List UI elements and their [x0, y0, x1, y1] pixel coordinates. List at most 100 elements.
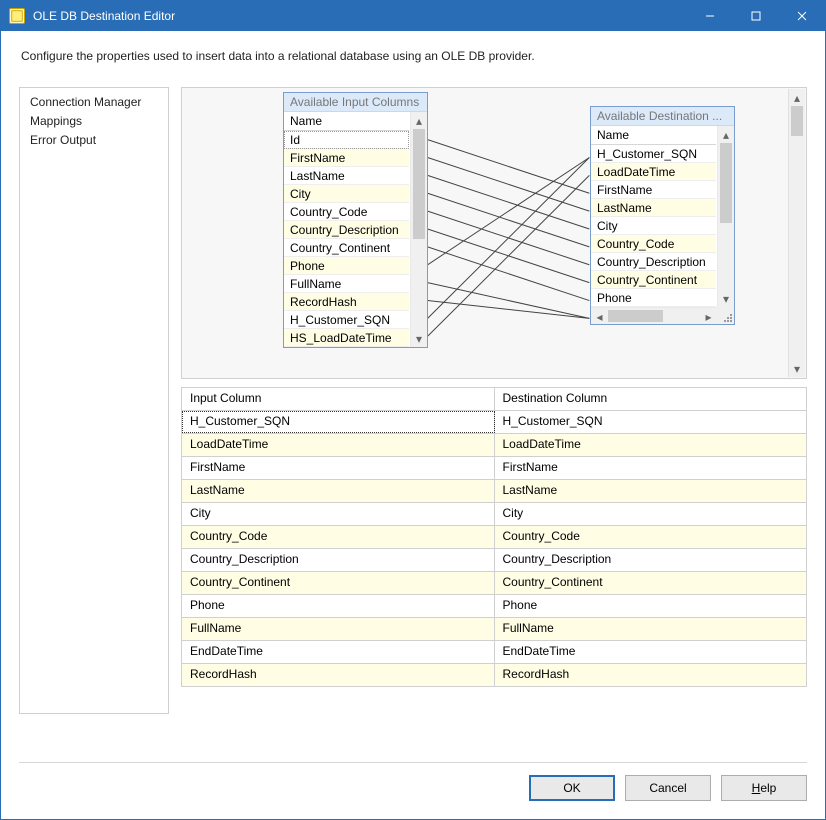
input-column-item[interactable]: Id — [284, 131, 409, 149]
grid-cell-input[interactable]: Country_Code — [182, 526, 495, 548]
grid-row[interactable]: Country_CodeCountry_Code — [182, 526, 806, 549]
grid-cell-dest[interactable]: EndDateTime — [495, 641, 807, 663]
scroll-up-icon[interactable]: ▴ — [718, 126, 734, 143]
sidebar-item-mappings[interactable]: Mappings — [30, 113, 158, 129]
scroll-thumb[interactable] — [791, 106, 803, 136]
input-column-item[interactable]: RecordHash — [284, 293, 409, 311]
titlebar: OLE DB Destination Editor — [1, 1, 825, 31]
ok-button-label: OK — [563, 781, 580, 795]
input-column-item[interactable]: H_Customer_SQN — [284, 311, 409, 329]
scroll-down-icon[interactable]: ▾ — [411, 330, 427, 347]
grid-cell-dest[interactable]: RecordHash — [495, 664, 807, 686]
available-destination-columns-panel[interactable]: Available Destination ... Name H_Custome… — [590, 106, 735, 325]
grid-cell-input[interactable]: LastName — [182, 480, 495, 502]
diagram-scrollbar[interactable]: ▴ ▾ — [788, 89, 805, 377]
dest-column-item[interactable]: Country_Code — [591, 235, 716, 253]
grid-row[interactable]: H_Customer_SQNH_Customer_SQN — [182, 411, 806, 434]
dest-column-item[interactable]: LoadDateTime — [591, 163, 716, 181]
maximize-button[interactable] — [733, 1, 779, 31]
window-frame: OLE DB Destination Editor Configure the … — [0, 0, 826, 820]
dest-panel-header[interactable]: Name — [591, 126, 716, 145]
grid-cell-input[interactable]: City — [182, 503, 495, 525]
grid-header-row: Input Column Destination Column — [182, 388, 806, 411]
dest-panel-scrollbar-h[interactable]: ◂ ▸ — [591, 307, 717, 324]
grid-row[interactable]: CityCity — [182, 503, 806, 526]
help-button-label: Help — [752, 781, 777, 795]
dest-panel-scrollbar-v[interactable]: ▴ ▾ — [717, 126, 734, 307]
dest-column-item[interactable]: H_Customer_SQN — [591, 145, 716, 163]
available-input-columns-panel[interactable]: Available Input Columns Name Id FirstNam… — [283, 92, 428, 348]
grid-cell-input[interactable]: LoadDateTime — [182, 434, 495, 456]
input-column-item[interactable]: Country_Code — [284, 203, 409, 221]
grid-cell-dest[interactable]: LoadDateTime — [495, 434, 807, 456]
input-panel-scrollbar[interactable]: ▴ ▾ — [410, 112, 427, 347]
resize-grip-icon[interactable] — [717, 307, 734, 324]
grid-cell-dest[interactable]: FirstName — [495, 457, 807, 479]
dest-column-item[interactable]: City — [591, 217, 716, 235]
cancel-button-label: Cancel — [649, 781, 686, 795]
dest-column-item[interactable]: Phone — [591, 289, 716, 307]
grid-cell-input[interactable]: FirstName — [182, 457, 495, 479]
input-column-item[interactable]: HS_LoadDateTime — [284, 329, 409, 347]
grid-cell-dest[interactable]: Country_Code — [495, 526, 807, 548]
sidebar-item-connection-manager[interactable]: Connection Manager — [30, 94, 158, 110]
dest-panel-title: Available Destination ... — [591, 107, 734, 126]
sidebar-item-error-output[interactable]: Error Output — [30, 132, 158, 148]
input-column-item[interactable]: Country_Description — [284, 221, 409, 239]
grid-cell-input[interactable]: Country_Continent — [182, 572, 495, 594]
input-column-item[interactable]: Country_Continent — [284, 239, 409, 257]
scroll-up-icon[interactable]: ▴ — [411, 112, 427, 129]
grid-row[interactable]: FullNameFullName — [182, 618, 806, 641]
mapping-diagram[interactable]: Available Input Columns Name Id FirstNam… — [181, 87, 807, 379]
grid-cell-dest[interactable]: City — [495, 503, 807, 525]
scroll-thumb[interactable] — [608, 310, 663, 322]
grid-cell-dest[interactable]: FullName — [495, 618, 807, 640]
close-button[interactable] — [779, 1, 825, 31]
grid-row[interactable]: RecordHashRecordHash — [182, 664, 806, 687]
grid-header-dest[interactable]: Destination Column — [495, 388, 807, 410]
input-column-item[interactable]: City — [284, 185, 409, 203]
grid-cell-input[interactable]: Phone — [182, 595, 495, 617]
input-column-item[interactable]: FullName — [284, 275, 409, 293]
footer: OK Cancel Help — [1, 763, 825, 819]
scroll-thumb[interactable] — [720, 143, 732, 223]
scroll-up-icon[interactable]: ▴ — [789, 89, 805, 106]
minimize-button[interactable] — [687, 1, 733, 31]
grid-row[interactable]: PhonePhone — [182, 595, 806, 618]
grid-row[interactable]: LastNameLastName — [182, 480, 806, 503]
dest-column-item[interactable]: Country_Description — [591, 253, 716, 271]
grid-cell-dest[interactable]: LastName — [495, 480, 807, 502]
input-panel-header[interactable]: Name — [284, 112, 409, 131]
dest-column-item[interactable]: LastName — [591, 199, 716, 217]
page-description: Configure the properties used to insert … — [1, 31, 825, 87]
grid-row[interactable]: Country_ContinentCountry_Continent — [182, 572, 806, 595]
scroll-down-icon[interactable]: ▾ — [789, 360, 805, 377]
grid-cell-dest[interactable]: H_Customer_SQN — [495, 411, 807, 433]
grid-row[interactable]: Country_DescriptionCountry_Description — [182, 549, 806, 572]
ok-button[interactable]: OK — [529, 775, 615, 801]
input-column-item[interactable]: Phone — [284, 257, 409, 275]
grid-cell-input[interactable]: FullName — [182, 618, 495, 640]
grid-row[interactable]: FirstNameFirstName — [182, 457, 806, 480]
grid-cell-dest[interactable]: Country_Description — [495, 549, 807, 571]
grid-cell-dest[interactable]: Country_Continent — [495, 572, 807, 594]
grid-row[interactable]: LoadDateTimeLoadDateTime — [182, 434, 806, 457]
grid-cell-dest[interactable]: Phone — [495, 595, 807, 617]
input-column-item[interactable]: FirstName — [284, 149, 409, 167]
scroll-thumb[interactable] — [413, 129, 425, 239]
dest-column-item[interactable]: Country_Continent — [591, 271, 716, 289]
help-button[interactable]: Help — [721, 775, 807, 801]
scroll-down-icon[interactable]: ▾ — [718, 290, 734, 307]
input-column-item[interactable]: LastName — [284, 167, 409, 185]
grid-row[interactable]: EndDateTimeEndDateTime — [182, 641, 806, 664]
scroll-right-icon[interactable]: ▸ — [700, 308, 717, 325]
scroll-left-icon[interactable]: ◂ — [591, 308, 608, 325]
main-panel: Available Input Columns Name Id FirstNam… — [181, 87, 807, 714]
grid-cell-input[interactable]: Country_Description — [182, 549, 495, 571]
grid-cell-input[interactable]: RecordHash — [182, 664, 495, 686]
dest-column-item[interactable]: FirstName — [591, 181, 716, 199]
grid-cell-input[interactable]: H_Customer_SQN — [182, 411, 495, 433]
grid-header-input[interactable]: Input Column — [182, 388, 495, 410]
grid-cell-input[interactable]: EndDateTime — [182, 641, 495, 663]
cancel-button[interactable]: Cancel — [625, 775, 711, 801]
